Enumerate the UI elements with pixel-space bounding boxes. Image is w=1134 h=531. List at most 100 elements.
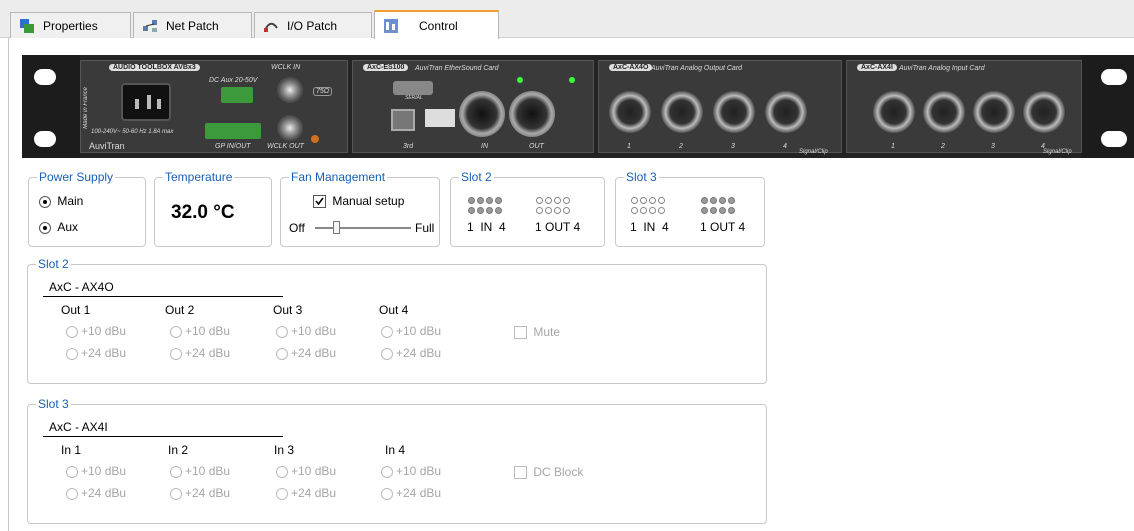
- termination-label: 75Ω: [313, 87, 333, 96]
- xlr-input-connector: [873, 91, 915, 133]
- mute-checkbox[interactable]: [514, 326, 527, 340]
- in4-plus10-option[interactable]: +10 dBu: [381, 464, 441, 478]
- properties-icon: [19, 18, 35, 34]
- tab-label: Net Patch: [166, 18, 219, 33]
- tab-properties[interactable]: Properties: [10, 12, 131, 38]
- channel-label: In 1: [61, 443, 82, 457]
- in3-plus10-option[interactable]: +10 dBu: [276, 464, 336, 478]
- rack-ear-left: [22, 55, 80, 158]
- device-rack-image: AUDIO TOOLBOX AVBx3 DC Aux 20-50V WCLK I…: [22, 55, 1134, 158]
- out3-plus10-option[interactable]: +10 dBu: [276, 324, 336, 338]
- out-port-ethercon: [509, 91, 555, 137]
- made-in-label: Made in France: [83, 87, 89, 129]
- slot2-out-label: 1 OUT 4: [535, 220, 581, 234]
- tab-label: Control: [419, 18, 458, 33]
- fan-off-label: Off: [289, 221, 305, 235]
- out4-plus10-option[interactable]: +10 dBu: [381, 324, 441, 338]
- control-icon: [383, 18, 399, 34]
- tab-bar: Properties Net Patch I/O Patch Control: [0, 0, 1134, 39]
- card-name: AuviTran EtherSound Card: [415, 65, 499, 72]
- power-aux-option[interactable]: Aux: [39, 220, 78, 234]
- group-title: Fan Management: [289, 170, 388, 184]
- out2-plus10-option[interactable]: +10 dBu: [170, 324, 230, 338]
- slot2-input-leds: [467, 195, 503, 215]
- in2-plus10-option[interactable]: +10 dBu: [170, 464, 230, 478]
- group-title: Temperature: [163, 170, 235, 184]
- dc-block-checkbox[interactable]: [514, 466, 527, 480]
- tab-io-patch[interactable]: I/O Patch: [254, 12, 372, 38]
- tab-net-patch[interactable]: Net Patch: [133, 12, 252, 38]
- card-name: AuviTran Analog Input Card: [899, 65, 985, 72]
- power-main-radio[interactable]: [39, 195, 51, 208]
- model-label: AUDIO TOOLBOX AVBx3: [109, 64, 200, 71]
- in1-plus24-option[interactable]: +24 dBu: [66, 486, 126, 500]
- slider-thumb[interactable]: [333, 221, 340, 234]
- slot3-out-label: 1 OUT 4: [700, 220, 746, 234]
- in3-plus24-option[interactable]: +24 dBu: [276, 486, 336, 500]
- signal-clip-label: Signal/Clip: [799, 149, 828, 155]
- power-main-option[interactable]: Main: [39, 194, 83, 208]
- power-aux-radio[interactable]: [39, 221, 51, 234]
- channel-label: Out 2: [165, 303, 195, 317]
- link-led: [517, 77, 523, 83]
- brand-label: AuviTran: [89, 141, 125, 151]
- out2-plus24-option[interactable]: +24 dBu: [170, 346, 230, 360]
- wclk-out-bnc: [277, 115, 303, 141]
- third-port-rj45: [391, 109, 415, 131]
- io-patch-icon: [263, 18, 279, 34]
- channel-label: Out 1: [61, 303, 91, 317]
- slot3-output-leds: [700, 195, 736, 215]
- slot2-output-leds: [535, 195, 571, 215]
- in1-plus10-option[interactable]: +10 dBu: [66, 464, 126, 478]
- manual-setup-checkbox[interactable]: [313, 195, 326, 209]
- mute-option[interactable]: Mute: [514, 325, 561, 340]
- slot3-settings-group: Slot 3 AxC - AX4I In 1 In 2 In 3 In 4 +1…: [27, 397, 767, 524]
- third-port-label: 3rd: [403, 143, 414, 150]
- wclk-in-label: WCLK IN: [271, 64, 301, 71]
- divider: [43, 296, 283, 297]
- channel-label: 2: [679, 143, 683, 150]
- tab-label: I/O Patch: [287, 18, 338, 33]
- gp-io-label: GP IN/OUT: [215, 143, 251, 150]
- xlr-input-connector: [923, 91, 965, 133]
- channel-label: Out 4: [379, 303, 409, 317]
- analog-input-card: AxC-AX4I AuviTran Analog Input Card 1 2 …: [846, 60, 1082, 155]
- out4-plus24-option[interactable]: +24 dBu: [381, 346, 441, 360]
- serial-connector: [393, 81, 433, 95]
- signal-clip-label: Signal/Clip: [1043, 149, 1072, 155]
- channel-label: Out 3: [273, 303, 303, 317]
- xlr-input-connector: [973, 91, 1015, 133]
- channel-label: 4: [783, 143, 787, 150]
- termination-led: [311, 135, 319, 143]
- card-name: AuviTran Analog Output Card: [651, 65, 743, 72]
- channel-label: 1: [891, 143, 895, 150]
- out1-plus10-option[interactable]: +10 dBu: [66, 324, 126, 338]
- xlr-output-connector: [661, 91, 703, 133]
- power-main-label: Main: [57, 194, 84, 208]
- ethersound-logo: [425, 109, 455, 127]
- channel-label: In 2: [168, 443, 189, 457]
- net-patch-icon: [142, 18, 158, 34]
- card-name: AxC - AX4O: [49, 280, 114, 294]
- manual-setup-option[interactable]: Manual setup: [313, 194, 404, 209]
- tab-control[interactable]: Control: [374, 10, 499, 39]
- in2-plus24-option[interactable]: +24 dBu: [170, 486, 230, 500]
- psu-module: AUDIO TOOLBOX AVBx3 DC Aux 20-50V WCLK I…: [80, 60, 348, 153]
- card-tag: AxC-AX4O: [609, 64, 653, 71]
- xlr-output-connector: [713, 91, 755, 133]
- fan-full-label: Full: [415, 221, 435, 235]
- out-port-label: OUT: [529, 143, 544, 150]
- group-title: Slot 2: [459, 170, 494, 184]
- mute-label: Mute: [533, 325, 561, 339]
- out1-plus24-option[interactable]: +24 dBu: [66, 346, 126, 360]
- wclk-in-bnc: [277, 77, 303, 103]
- in4-plus24-option[interactable]: +24 dBu: [381, 486, 441, 500]
- wclk-out-label: WCLK OUT: [267, 143, 304, 150]
- panel-border: [8, 38, 9, 531]
- xlr-output-connector: [765, 91, 807, 133]
- rack-mount-hole: [34, 69, 56, 85]
- power-supply-group: Power Supply Main Aux: [28, 170, 146, 247]
- fan-speed-slider[interactable]: [315, 221, 411, 234]
- out3-plus24-option[interactable]: +24 dBu: [276, 346, 336, 360]
- dc-block-option[interactable]: DC Block: [514, 465, 583, 480]
